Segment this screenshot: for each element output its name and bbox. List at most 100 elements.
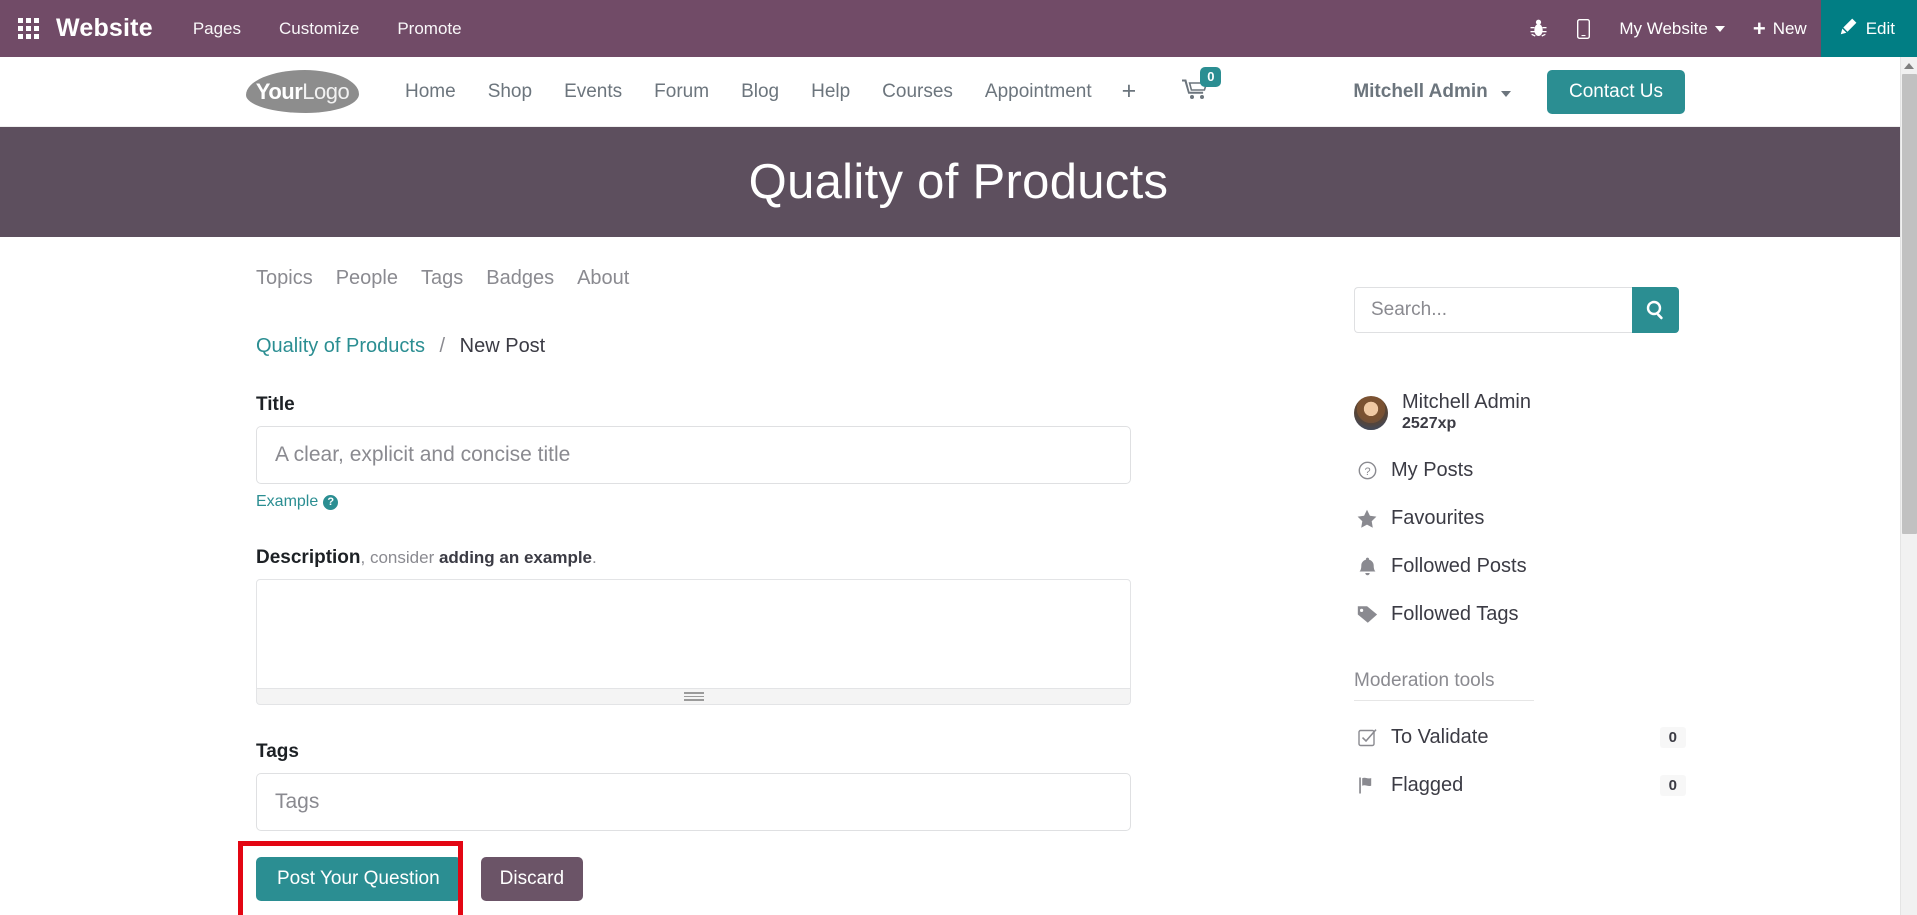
backend-menu-promote[interactable]: Promote [397, 19, 461, 39]
title-field-label: Title [256, 394, 295, 415]
header-user-name: Mitchell Admin [1353, 80, 1488, 102]
chevron-down-icon [1714, 25, 1725, 32]
tab-people[interactable]: People [336, 267, 415, 290]
logo-text-bold: Your [255, 78, 303, 104]
forum-tabs: Topics People Tags Badges About [246, 237, 1306, 290]
sidebar-label: Favourites [1391, 507, 1485, 529]
example-link[interactable]: Example [256, 493, 318, 510]
scrollbar-up-arrow[interactable] [1901, 57, 1917, 74]
search-bar [1354, 287, 1679, 333]
website-selector[interactable]: My Website [1605, 0, 1739, 57]
odoo-backend-bar: Website Pages Customize Promote My Websi… [0, 0, 1917, 57]
nav-item-help[interactable]: Help [795, 81, 866, 103]
sidebar-profile-card[interactable]: Mitchell Admin 2527xp [1354, 391, 1714, 434]
tags-field-label: Tags [256, 741, 299, 762]
description-label-text: Description [256, 547, 361, 568]
edit-button[interactable]: Edit [1820, 0, 1917, 57]
breadcrumb-parent-link[interactable]: Quality of Products [256, 335, 425, 357]
question-circle-icon[interactable]: ? [323, 494, 339, 510]
apps-grid-icon[interactable] [0, 0, 56, 57]
editor-resize-handle[interactable] [256, 689, 1131, 705]
cart-count-badge: 0 [1200, 67, 1222, 88]
nav-item-forum[interactable]: Forum [638, 81, 725, 103]
tab-badges[interactable]: Badges [486, 267, 571, 290]
backend-menu-pages[interactable]: Pages [193, 19, 241, 39]
sidebar-label: Followed Posts [1391, 555, 1527, 577]
page-title: Quality of Products [748, 155, 1169, 209]
nav-item-events[interactable]: Events [548, 81, 638, 103]
mobile-preview-icon[interactable] [1562, 0, 1605, 57]
website-selector-label: My Website [1619, 18, 1708, 38]
bell-icon [1354, 557, 1380, 577]
title-input[interactable] [256, 426, 1131, 484]
profile-xp: 2527xp [1402, 415, 1457, 432]
bug-icon[interactable] [1515, 0, 1562, 57]
discard-button[interactable]: Discard [480, 857, 584, 901]
sidebar-item-favourites[interactable]: Favourites [1354, 507, 1714, 530]
profile-name: Mitchell Admin [1402, 391, 1531, 413]
description-field-label: Description, consider adding an example. [256, 547, 1306, 569]
example-help-row: Example? [256, 493, 1306, 511]
check-square-icon [1354, 728, 1380, 747]
tab-about[interactable]: About [577, 267, 646, 290]
nav-item-home[interactable]: Home [389, 81, 472, 103]
tags-input[interactable] [256, 773, 1131, 831]
pencil-icon [1840, 18, 1857, 40]
nav-item-appointment[interactable]: Appointment [969, 81, 1108, 103]
nav-item-shop[interactable]: Shop [472, 81, 548, 103]
header-user-menu[interactable]: Mitchell Admin [1353, 80, 1512, 103]
flagged-count: 0 [1659, 775, 1686, 796]
nav-add-icon[interactable]: + [1108, 79, 1151, 104]
sidebar-label: Flagged [1391, 774, 1464, 796]
tag-icon [1354, 605, 1380, 624]
description-hint-end: . [592, 548, 597, 567]
main-column: Topics People Tags Badges About Quality … [238, 237, 1306, 915]
shopping-cart-icon[interactable]: 0 [1182, 67, 1222, 105]
new-button-label: New [1772, 18, 1807, 38]
sidebar-item-flagged[interactable]: Flagged 0 [1354, 774, 1714, 797]
post-your-question-button[interactable]: Post Your Question [256, 857, 461, 901]
contact-us-button[interactable]: Contact Us [1547, 69, 1685, 114]
edit-button-label: Edit [1865, 18, 1895, 38]
description-editor [256, 579, 1131, 705]
backend-bar-right: My Website + New Edit [1515, 0, 1917, 57]
sidebar-label: Followed Tags [1391, 603, 1519, 625]
breadcrumb-current: New Post [459, 335, 546, 357]
breadcrumb-separator: / [439, 335, 446, 357]
scrollbar-thumb[interactable] [1902, 74, 1917, 534]
search-input[interactable] [1354, 287, 1632, 333]
forum-hero-banner: Quality of Products [0, 127, 1917, 237]
description-hint-light: , consider [360, 548, 439, 567]
backend-brand[interactable]: Website [56, 14, 153, 43]
site-navigation: Home Shop Events Forum Blog Help Courses… [389, 67, 1222, 105]
page-body: Topics People Tags Badges About Quality … [0, 237, 1917, 915]
plus-icon: + [1752, 15, 1766, 41]
nav-item-blog[interactable]: Blog [725, 81, 795, 103]
avatar [1354, 395, 1388, 430]
tab-topics[interactable]: Topics [256, 267, 330, 290]
nav-item-courses[interactable]: Courses [866, 81, 969, 103]
tab-tags[interactable]: Tags [421, 267, 480, 290]
new-button[interactable]: + New [1739, 0, 1821, 57]
search-button[interactable] [1632, 287, 1679, 333]
website-header: Your Logo Home Shop Events Forum Blog Hel… [0, 57, 1917, 127]
description-hint-bold: adding an example [438, 548, 593, 567]
star-icon [1354, 509, 1380, 528]
form-actions: Post Your Question Discard [238, 841, 1306, 915]
sidebar-item-followed-posts[interactable]: Followed Posts [1354, 555, 1714, 578]
description-textarea[interactable] [256, 579, 1131, 689]
question-circle-icon: ? [1354, 461, 1380, 480]
page-scrollbar[interactable] [1900, 57, 1917, 915]
sidebar-item-to-validate[interactable]: To Validate 0 [1354, 726, 1714, 749]
logo-text-light: Logo [302, 78, 350, 104]
flag-icon [1354, 776, 1380, 795]
header-right-group: Mitchell Admin Contact Us [1353, 69, 1917, 114]
sidebar-item-followed-tags[interactable]: Followed Tags [1354, 603, 1714, 626]
sidebar-label: My Posts [1391, 459, 1474, 481]
sidebar-item-my-posts[interactable]: ? My Posts [1354, 459, 1714, 482]
breadcrumb: Quality of Products / New Post [246, 290, 1306, 358]
to-validate-count: 0 [1659, 727, 1686, 748]
grip-icon [683, 692, 704, 701]
site-logo[interactable]: Your Logo [246, 70, 359, 113]
backend-menu-customize[interactable]: Customize [279, 19, 359, 39]
